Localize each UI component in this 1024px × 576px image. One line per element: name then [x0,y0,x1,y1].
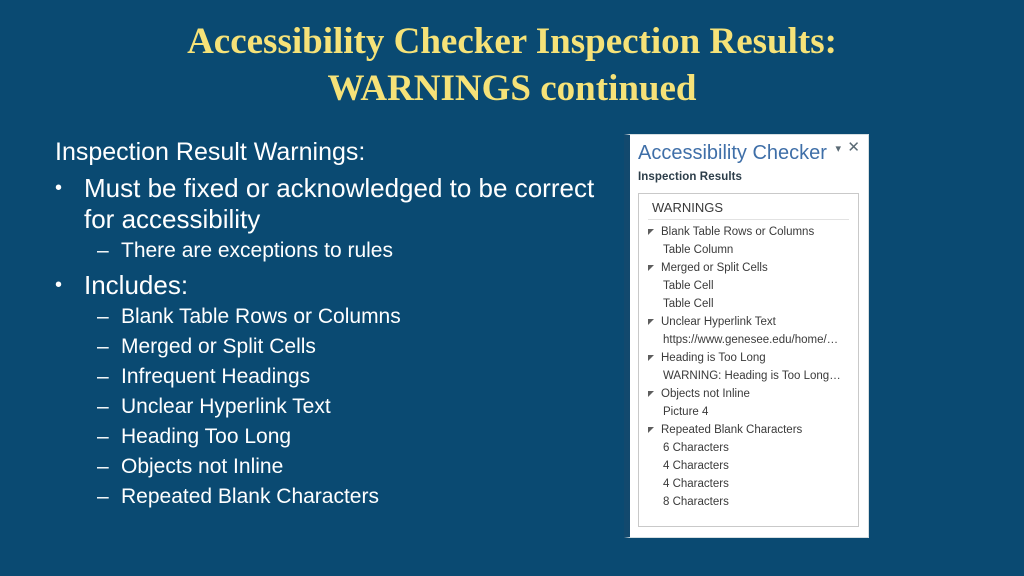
result-item-label: Table Column [663,244,734,256]
panel-title: Accessibility Checker [638,142,827,164]
expand-triangle-icon[interactable] [647,385,661,403]
result-group-row[interactable]: Unclear Hyperlink Text [639,313,858,331]
expand-triangle-icon[interactable] [647,223,661,241]
result-group-label: Objects not Inline [661,388,750,400]
result-item-row[interactable]: 4 Characters [639,457,858,475]
inspection-results-list[interactable]: WARNINGS Blank Table Rows or Columns Tab… [638,193,859,527]
expand-triangle-icon[interactable] [647,259,661,277]
sub-bullet-item: – Repeated Blank Characters [55,482,600,512]
result-item-row[interactable]: Picture 4 [639,403,858,421]
sub-bullet-label: Infrequent Headings [121,365,311,388]
sub-bullet-item: – Blank Table Rows or Columns [55,302,600,332]
page-title: Accessibility Checker Inspection Results… [62,18,962,112]
sub-bullet-label: Heading Too Long [121,425,292,448]
result-group-row[interactable]: Repeated Blank Characters [639,421,858,439]
sub-bullet-item: – Infrequent Headings [55,362,600,392]
sub-bullet-label: Objects not Inline [121,455,284,478]
page-title-line-2: WARNINGS continued [327,68,697,109]
chevron-down-icon[interactable]: ▾ [835,143,841,156]
sub-bullet-marker: – [97,335,109,358]
result-group-label: Blank Table Rows or Columns [661,226,815,238]
warnings-group-label: WARNINGS [648,198,849,220]
sub-bullet-marker: – [97,485,109,508]
result-item-row[interactable]: 6 Characters [639,439,858,457]
accessibility-checker-panel-body: Accessibility Checker ▾ ✕ Inspection Res… [630,135,868,537]
result-group-label: Unclear Hyperlink Text [661,316,776,328]
expand-triangle-icon[interactable] [647,313,661,331]
result-group-label: Heading is Too Long [661,352,766,364]
panel-titlebar: Accessibility Checker ▾ ✕ [630,135,868,169]
sub-bullet-item: – Heading Too Long [55,422,600,452]
result-group-row[interactable]: Merged or Split Cells [639,259,858,277]
result-item-label: 8 Characters [663,496,729,508]
bullet-marker: • [55,177,63,199]
sub-bullet-item: – Objects not Inline [55,452,600,482]
result-item-label: Table Cell [663,298,714,310]
inspection-results-heading: Inspection Results [638,171,743,183]
result-group-row[interactable]: Heading is Too Long [639,349,858,367]
result-item-row[interactable]: https://www.genesee.edu/home/… [639,331,858,349]
sub-bullet-marker: – [97,425,109,448]
sub-bullet-label: Blank Table Rows or Columns [121,305,401,328]
result-item-label: 4 Characters [663,478,729,490]
result-item-label: Picture 4 [663,406,709,418]
result-item-row[interactable]: Table Cell [639,277,858,295]
result-group-label: Repeated Blank Characters [661,424,803,436]
result-item-row[interactable]: 4 Characters [639,475,858,493]
result-item-label: 4 Characters [663,460,729,472]
sub-bullet-marker: – [97,395,109,418]
result-item-row[interactable]: Table Cell [639,295,858,313]
sub-bullet-marker: – [97,239,109,262]
accessibility-checker-panel: Accessibility Checker ▾ ✕ Inspection Res… [624,134,869,538]
result-item-row[interactable]: WARNING: Heading is Too Long… [639,367,858,385]
result-group-row[interactable]: Blank Table Rows or Columns [639,223,858,241]
result-item-row[interactable]: 8 Characters [639,493,858,511]
sub-bullet-item: – There are exceptions to rules [55,236,600,266]
sub-bullet-label: Unclear Hyperlink Text [121,395,331,418]
sub-bullet-item: – Merged or Split Cells [55,332,600,362]
sub-bullet-marker: – [97,305,109,328]
bullet-item: • Must be fixed or acknowledged to be co… [55,173,600,235]
result-item-label: https://www.genesee.edu/home/… [663,334,839,346]
page-title-line-1: Accessibility Checker Inspection Results… [187,21,837,62]
body-lead-line: Inspection Result Warnings: [55,138,366,166]
bullet-label: Includes: [84,270,189,300]
warnings-group-label-text: WARNINGS [652,200,724,215]
expand-triangle-icon[interactable] [647,421,661,439]
result-item-label: Table Cell [663,280,714,292]
result-group-label: Merged or Split Cells [661,262,768,274]
bullet-item: • Includes: [55,270,600,301]
sub-bullet-label: Repeated Blank Characters [121,485,379,508]
result-item-label: 6 Characters [663,442,729,454]
sub-bullet-marker: – [97,455,109,478]
result-item-row[interactable]: Table Column [639,241,858,259]
sub-bullet-marker: – [97,365,109,388]
slide-body: Inspection Result Warnings: • Must be fi… [55,134,600,512]
bullet-marker: • [55,274,63,296]
sub-bullet-label: Merged or Split Cells [121,335,316,358]
sub-bullet-label: There are exceptions to rules [121,239,393,262]
bullet-label: Must be fixed or acknowledged to be corr… [84,173,595,234]
expand-triangle-icon[interactable] [647,349,661,367]
sub-bullet-item: – Unclear Hyperlink Text [55,392,600,422]
result-group-row[interactable]: Objects not Inline [639,385,858,403]
close-icon[interactable]: ✕ [847,140,860,155]
result-item-label: WARNING: Heading is Too Long… [663,370,841,382]
